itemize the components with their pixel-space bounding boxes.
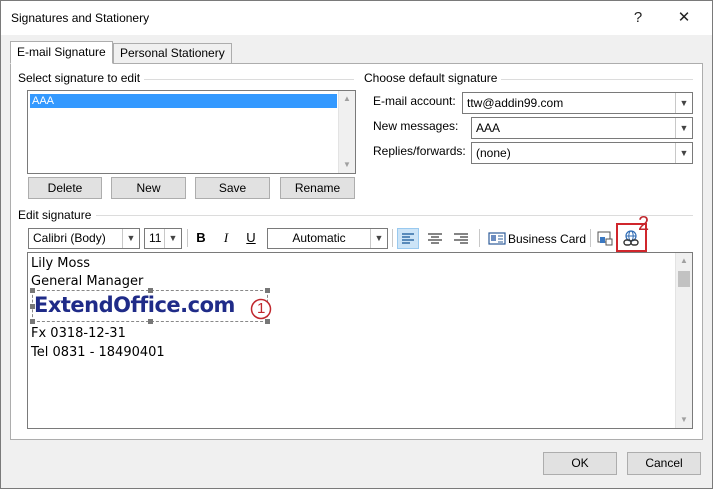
bold-button[interactable]: B bbox=[191, 227, 211, 249]
align-left-icon bbox=[402, 233, 414, 244]
ok-button[interactable]: OK bbox=[543, 452, 617, 475]
help-button[interactable]: ? bbox=[623, 7, 653, 29]
resize-handle[interactable] bbox=[30, 319, 35, 324]
save-button[interactable]: Save bbox=[195, 177, 270, 199]
tab-email-signature[interactable]: E-mail Signature bbox=[10, 41, 113, 64]
resize-handle[interactable] bbox=[265, 288, 270, 293]
align-center-icon bbox=[428, 233, 442, 244]
scroll-down-icon[interactable]: ▼ bbox=[339, 157, 355, 173]
window-title: Signatures and Stationery bbox=[11, 11, 150, 25]
tab-personal-stationery[interactable]: Personal Stationery bbox=[113, 43, 232, 64]
chevron-down-icon[interactable]: ▼ bbox=[675, 118, 692, 138]
toolbar-separator bbox=[392, 229, 393, 247]
cancel-button[interactable]: Cancel bbox=[627, 452, 701, 475]
annotation-marker-2: 2 bbox=[638, 213, 650, 235]
business-card-icon bbox=[488, 232, 506, 245]
scroll-down-icon[interactable]: ▼ bbox=[676, 412, 692, 428]
resize-handle[interactable] bbox=[148, 319, 153, 324]
font-size-select[interactable]: 11 ▼ bbox=[144, 228, 182, 249]
business-card-button[interactable]: Business Card bbox=[486, 228, 586, 250]
insert-picture-icon bbox=[597, 231, 613, 246]
chevron-down-icon[interactable]: ▼ bbox=[370, 229, 387, 248]
font-color-select[interactable]: Automatic ▼ bbox=[267, 228, 388, 249]
replies-forwards-label: Replies/forwards: bbox=[373, 144, 466, 158]
annotation-marker-1: 1 bbox=[250, 298, 272, 323]
chevron-down-icon[interactable]: ▼ bbox=[675, 143, 692, 163]
default-signature-label: Choose default signature bbox=[364, 71, 502, 85]
email-account-label: E-mail account: bbox=[373, 94, 456, 108]
align-left-button[interactable] bbox=[397, 228, 419, 249]
new-button[interactable]: New bbox=[111, 177, 186, 199]
scroll-up-icon[interactable]: ▲ bbox=[676, 253, 692, 269]
toolbar-separator bbox=[187, 229, 188, 247]
company-logo-text: ExtendOffice.com bbox=[34, 293, 235, 317]
email-account-select[interactable]: ttw@addin99.com ▼ bbox=[462, 92, 693, 114]
divider bbox=[96, 215, 693, 216]
rename-button[interactable]: Rename bbox=[280, 177, 355, 199]
chevron-down-icon[interactable]: ▼ bbox=[122, 229, 139, 248]
signature-list[interactable]: AAA ▲ ▼ bbox=[27, 90, 356, 174]
chevron-down-icon[interactable]: ▼ bbox=[675, 93, 692, 113]
toolbar-separator bbox=[479, 229, 480, 247]
scroll-thumb[interactable] bbox=[678, 271, 690, 287]
close-button[interactable]: ✕ bbox=[669, 7, 699, 29]
insert-picture-button[interactable] bbox=[595, 228, 615, 249]
divider bbox=[497, 79, 693, 80]
new-messages-label: New messages: bbox=[373, 119, 459, 133]
divider bbox=[141, 79, 354, 80]
scroll-up-icon[interactable]: ▲ bbox=[339, 91, 355, 107]
replies-forwards-select[interactable]: (none) ▼ bbox=[471, 142, 693, 164]
align-right-icon bbox=[454, 233, 468, 244]
title-bar: Signatures and Stationery ? ✕ bbox=[1, 1, 712, 35]
signature-name-line[interactable]: Lily Moss bbox=[31, 256, 90, 271]
edit-signature-label: Edit signature bbox=[18, 208, 96, 222]
underline-button[interactable]: U bbox=[241, 227, 261, 249]
select-signature-label: Select signature to edit bbox=[18, 71, 145, 85]
new-messages-select[interactable]: AAA ▼ bbox=[471, 117, 693, 139]
signature-tel-line[interactable]: Tel 0831 - 18490401 bbox=[31, 345, 165, 360]
italic-button[interactable]: I bbox=[216, 227, 236, 249]
signature-editor[interactable]: Lily Moss General Manager ExtendOffice.c… bbox=[27, 252, 693, 429]
signatures-dialog: Signatures and Stationery ? ✕ E-mail Sig… bbox=[0, 0, 713, 489]
align-right-button[interactable] bbox=[450, 228, 472, 249]
editor-scrollbar[interactable]: ▲ ▼ bbox=[675, 253, 692, 428]
align-center-button[interactable] bbox=[424, 228, 446, 249]
signature-fax-line[interactable]: Fx 0318-12-31 bbox=[31, 326, 126, 341]
toolbar-separator bbox=[590, 229, 591, 247]
delete-button[interactable]: Delete bbox=[28, 177, 102, 199]
list-scrollbar[interactable]: ▲ ▼ bbox=[338, 91, 355, 173]
font-name-select[interactable]: Calibri (Body) ▼ bbox=[28, 228, 140, 249]
list-item[interactable]: AAA bbox=[30, 94, 337, 108]
chevron-down-icon[interactable]: ▼ bbox=[164, 229, 181, 248]
signature-title-line[interactable]: General Manager bbox=[31, 274, 143, 289]
